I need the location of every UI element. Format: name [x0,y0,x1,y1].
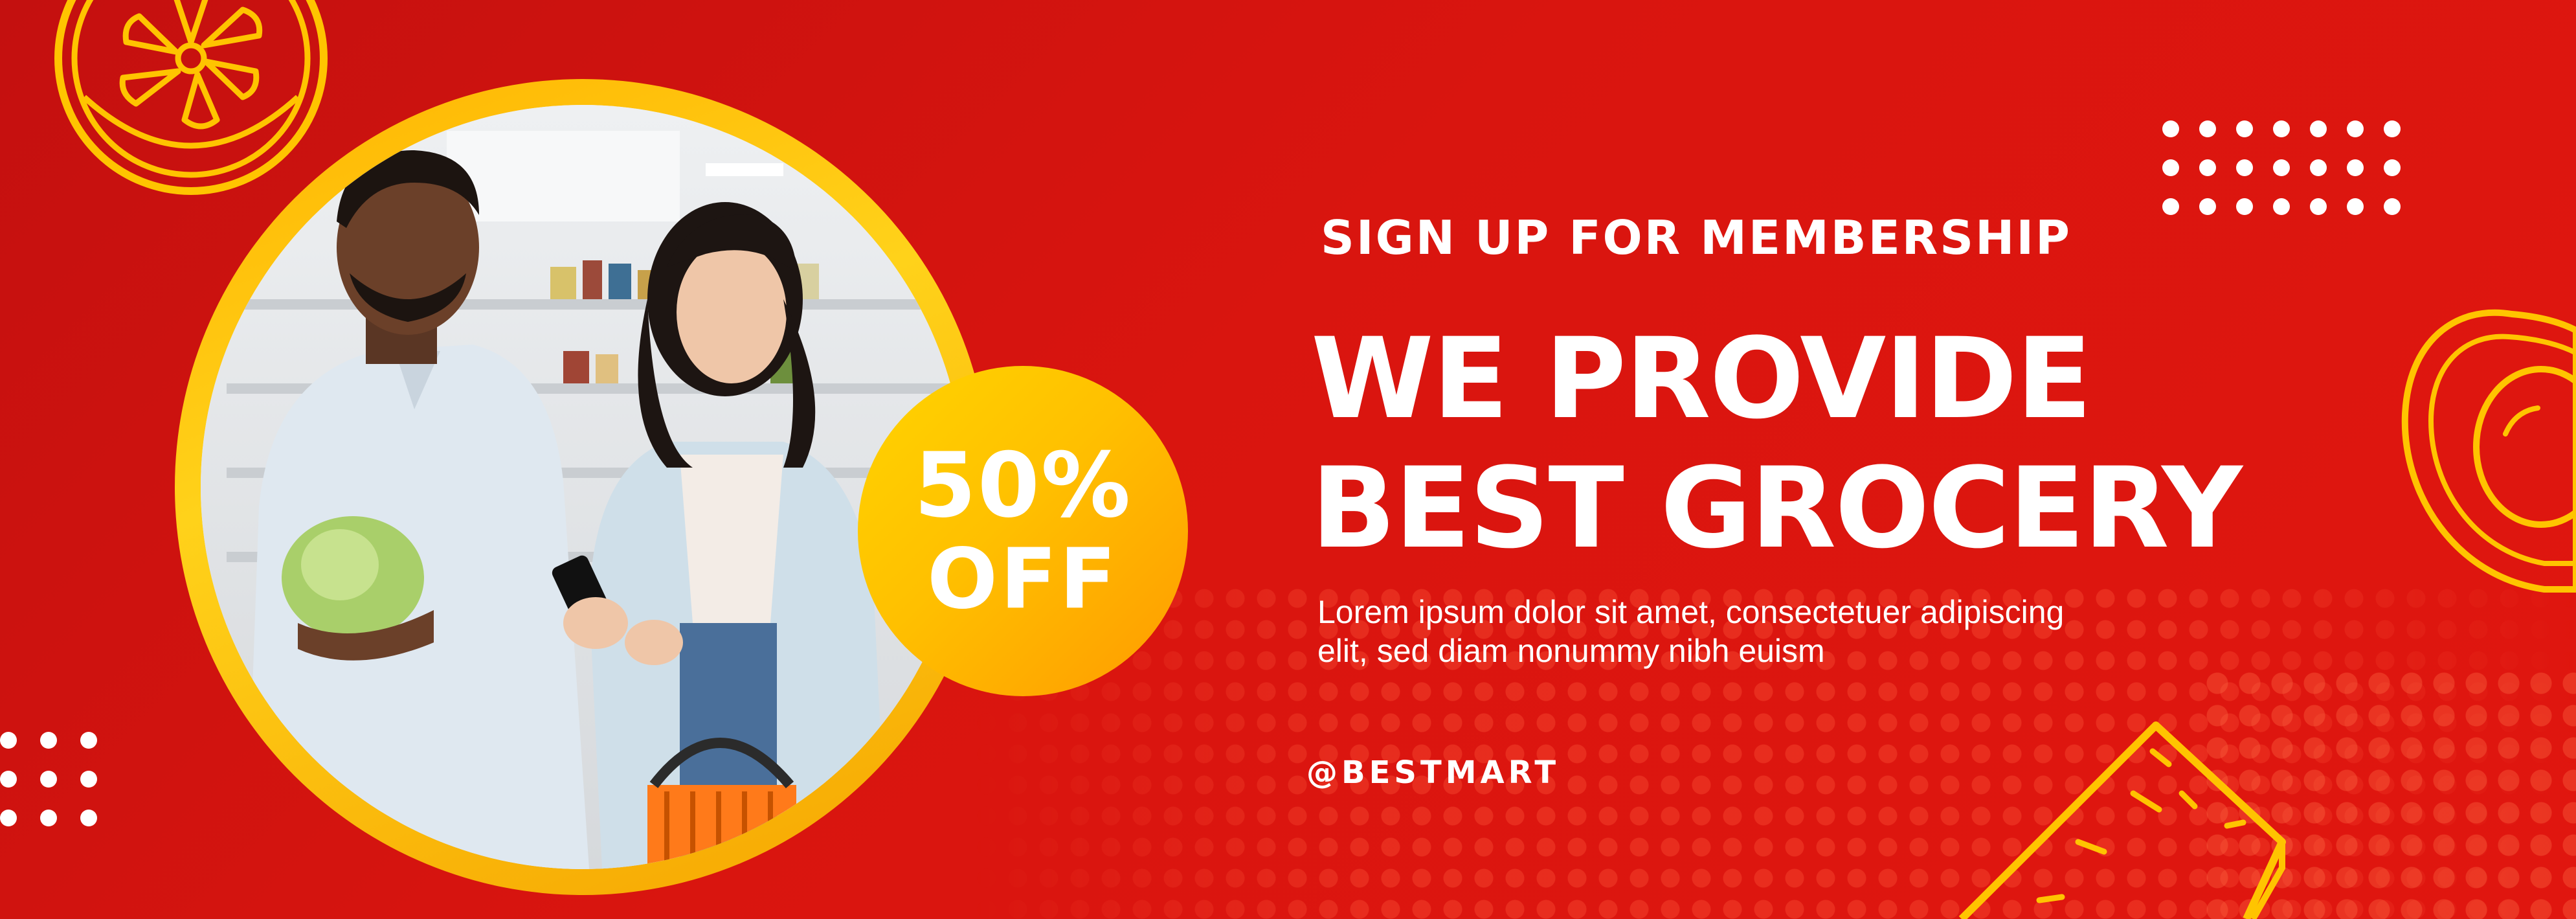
shoppers-illustration [201,105,965,869]
headline-line-1: WE PROVIDE [1311,313,2092,444]
membership-eyebrow: SIGN UP FOR MEMBERSHIP [1321,210,2072,265]
headline: WE PROVIDE BEST GROCERY [1311,313,2243,573]
shoppers-photo [201,105,965,869]
dot-grid-icon [2162,120,2421,237]
body-copy: Lorem ipsum dolor sit amet, consectetuer… [1317,593,2224,670]
membership-banner: 50% OFF SIGN UP FOR MEMBERSHIP WE PROVID… [0,0,2576,919]
discount-percent: 50% [913,433,1132,538]
body-copy-line-1: Lorem ipsum dolor sit amet, consectetuer… [1317,594,2065,630]
dot-grid-icon [0,732,120,848]
citrus-slice-icon [54,0,328,195]
cheese-wedge-icon [1958,721,2286,919]
discount-badge: 50% OFF [858,366,1188,696]
headline-line-2: BEST GROCERY [1311,443,2243,573]
discount-off-label: OFF [927,531,1119,628]
social-handle[interactable]: @BESTMART [1306,754,1560,791]
body-copy-line-2: elit, sed diam nonummy nibh euism [1317,633,1825,669]
avocado-icon [2401,309,2576,593]
